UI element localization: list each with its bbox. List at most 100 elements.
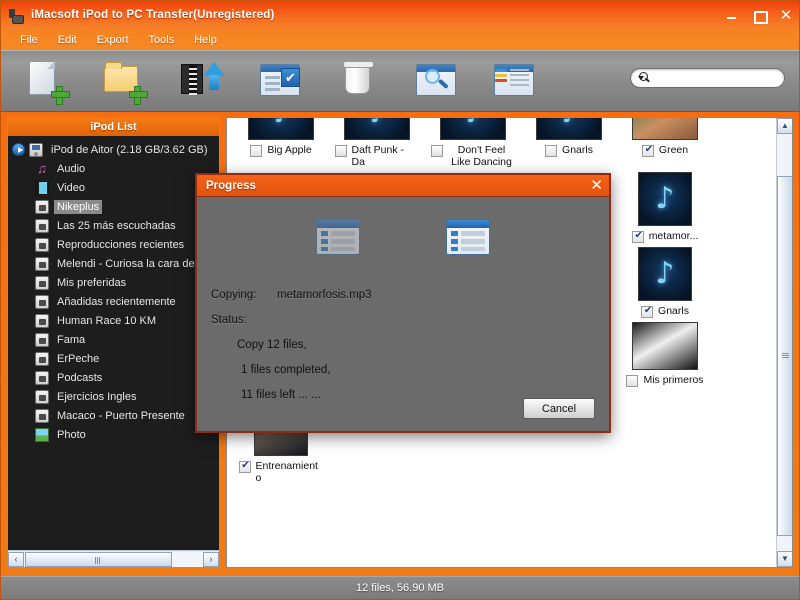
dialog-title-bar: Progress ✕ (197, 175, 609, 197)
menu-item-export[interactable]: Export (88, 32, 138, 48)
media-checkbox[interactable] (545, 145, 557, 157)
sidebar-item-audio[interactable]: ♫Audio (8, 159, 219, 178)
sidebar-item-label: Podcasts (54, 371, 105, 385)
media-cell[interactable]: ♪Big Apple (233, 117, 329, 168)
sidebar-item-nikeplus[interactable]: Nikeplus (8, 197, 219, 216)
media-caption: Gnarls (521, 140, 617, 157)
menu-item-edit[interactable]: Edit (49, 32, 86, 48)
media-cell[interactable]: ♪metamor... (617, 168, 713, 243)
select-all-button[interactable]: ✔ (257, 58, 303, 104)
sidebar-item-photo[interactable]: Photo (8, 425, 219, 444)
sidebar-item-a-adidas-recientemente[interactable]: Añadidas recientemente (8, 292, 219, 311)
media-cell[interactable]: ♪Daft Punk - Da (329, 117, 425, 168)
sidebar-item-human-race-10-km[interactable]: Human Race 10 KM (8, 311, 219, 330)
photo-icon (35, 428, 49, 442)
sidebar-item-fama[interactable]: Fama (8, 330, 219, 349)
media-checkbox[interactable] (239, 461, 251, 473)
sidebar-item-label: Fama (54, 333, 88, 347)
scroll-thumb[interactable] (777, 176, 793, 536)
media-checkbox[interactable] (642, 145, 654, 157)
playlist-icon (35, 314, 49, 328)
menu-bar: File Edit Export Tools Help (1, 29, 799, 50)
media-caption: metamor... (617, 226, 713, 243)
media-cell[interactable]: ♪ Gnarls (521, 117, 617, 168)
playlist-icon (35, 200, 49, 214)
media-checkbox[interactable] (335, 145, 347, 157)
menu-item-file[interactable]: File (11, 32, 47, 48)
menu-item-help[interactable]: Help (185, 32, 226, 48)
media-label: Don't Feel Like Dancing (448, 144, 516, 168)
sidebar-item-video[interactable]: Video (8, 178, 219, 197)
search-box[interactable] (630, 68, 785, 88)
sidebar-item-macaco-puerto-presente[interactable]: Macaco - Puerto Presente (8, 406, 219, 425)
delete-button[interactable] (335, 58, 381, 104)
export-media-button[interactable] (179, 58, 225, 104)
arrow-up-icon (203, 62, 225, 76)
music-note-icon: ♪ (274, 117, 288, 128)
transfer-icons (197, 197, 609, 255)
media-checkbox[interactable] (641, 306, 653, 318)
minimize-icon[interactable] (725, 8, 739, 22)
toolbar: ✔ (1, 50, 799, 112)
copying-filename: metamorfosis.mp3 (277, 289, 372, 301)
sidebar-item-reproducciones-recientes[interactable]: Reproducciones recientes (8, 235, 219, 254)
sidebar-item-label: Melendi - Curiosa la cara de (54, 257, 198, 271)
trash-icon (345, 64, 370, 94)
add-folder-button[interactable] (101, 58, 147, 104)
scroll-right-icon[interactable]: › (203, 552, 219, 567)
dialog-body: Copying: metamorfosis.mp3 Status: Copy 1… (197, 197, 609, 433)
sidebar-item-ejercicios-ingles[interactable]: Ejercicios Ingles (8, 387, 219, 406)
sidebar-item-erpeche[interactable]: ErPeche (8, 349, 219, 368)
status-row: Status: (211, 314, 609, 326)
dialog-title: Progress (206, 180, 590, 192)
media-cell[interactable]: Green (617, 117, 713, 168)
tree-item-device[interactable]: iPod de Aitor (2.18 GB/3.62 GB) (8, 140, 219, 159)
scroll-down-icon[interactable]: ▼ (777, 551, 793, 567)
media-thumbnail (632, 117, 698, 140)
preview-button[interactable] (413, 58, 459, 104)
scroll-left-icon[interactable]: ‹ (8, 552, 24, 567)
add-file-button[interactable] (23, 58, 69, 104)
media-checkbox[interactable] (250, 145, 262, 157)
sidebar-item-podcasts[interactable]: Podcasts (8, 368, 219, 387)
check-badge-icon: ✔ (281, 68, 300, 87)
menu-item-tools[interactable]: Tools (140, 32, 184, 48)
maximize-icon[interactable] (752, 8, 766, 22)
music-note-icon: ♪ (655, 256, 674, 291)
source-list-window-icon (316, 219, 360, 255)
tree-item-label: iPod de Aitor (2.18 GB/3.62 GB) (48, 143, 211, 157)
media-checkbox[interactable] (632, 231, 644, 243)
close-icon[interactable]: ✕ (779, 8, 793, 22)
music-note-icon: ♪ (562, 117, 576, 128)
media-cell[interactable]: ♪Gnarls (617, 243, 713, 318)
media-thumbnail: ♪ (248, 117, 314, 140)
playlist-icon (35, 257, 49, 271)
scroll-track[interactable] (24, 552, 203, 567)
arrow-stem-icon (209, 75, 219, 90)
media-checkbox[interactable] (431, 145, 443, 157)
sidebar-item-label: Macaco - Puerto Presente (54, 409, 188, 423)
sidebar-item-melendi-curiosa-la-cara-de[interactable]: Melendi - Curiosa la cara de (8, 254, 219, 273)
audio-note-icon: ♫ (35, 162, 49, 176)
sidebar-item-mis-preferidas[interactable]: Mis preferidas (8, 273, 219, 292)
dialog-close-icon[interactable]: ✕ (590, 178, 603, 193)
window-lines-icon (265, 76, 280, 94)
sidebar-horizontal-scrollbar[interactable]: ‹ › (8, 550, 219, 567)
cancel-button[interactable]: Cancel (523, 398, 595, 419)
scroll-thumb[interactable] (25, 552, 172, 567)
expander-play-icon[interactable] (12, 143, 25, 156)
sidebar: iPod List iPod de Aitor (2.18 GB/3.62 GB… (7, 117, 220, 568)
grip-icon (95, 557, 101, 564)
search-input[interactable] (644, 70, 786, 86)
media-cell[interactable]: Mis primeros (617, 318, 713, 398)
content-vertical-scrollbar[interactable]: ▲ ▼ (776, 118, 792, 567)
list-view-button[interactable] (491, 58, 537, 104)
sidebar-item-las-25-m-s-escuchadas[interactable]: Las 25 más escuchadas (8, 216, 219, 235)
window-title: iMacsoft iPod to PC Transfer(Unregistere… (31, 9, 275, 21)
media-label: Daft Punk - Da (352, 144, 420, 168)
media-cell[interactable]: ♪Don't Feel Like Dancing (425, 117, 521, 168)
media-caption: Daft Punk - Da (329, 140, 425, 168)
status-line-completed: 1 files completed, (241, 364, 609, 376)
scroll-up-icon[interactable]: ▲ (777, 118, 793, 134)
media-checkbox[interactable] (626, 375, 638, 387)
